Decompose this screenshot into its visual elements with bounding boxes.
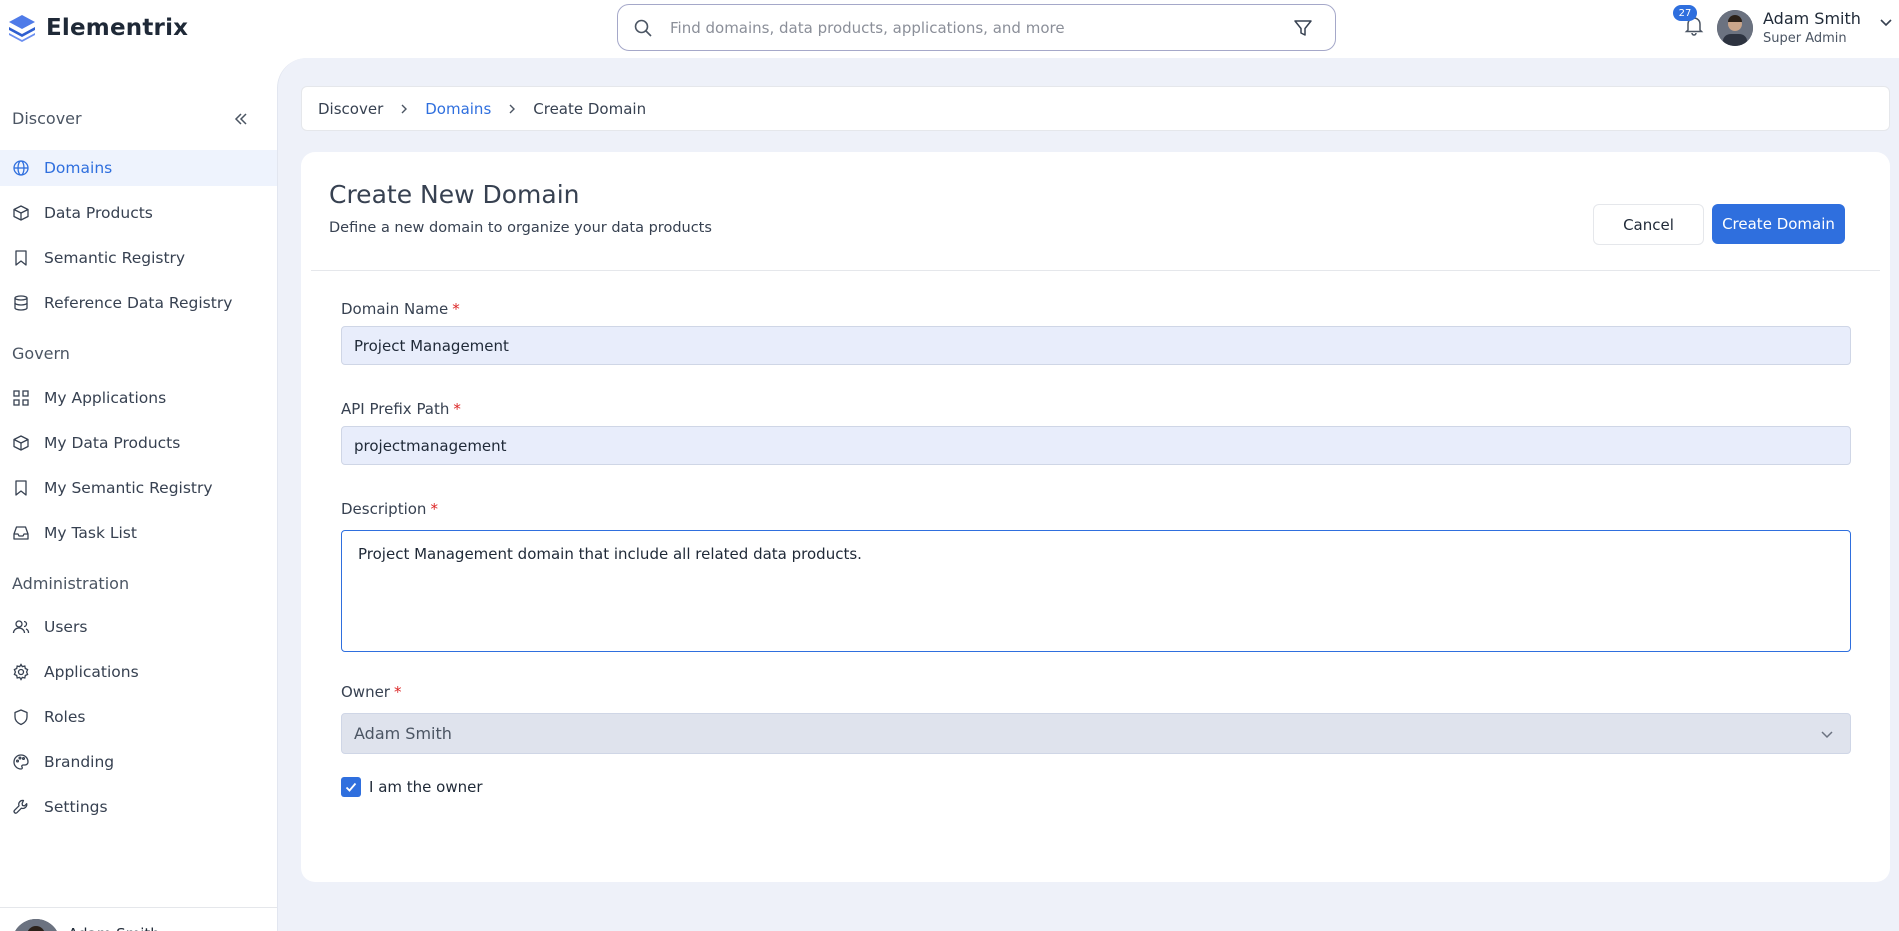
- filter-icon[interactable]: [1293, 18, 1313, 38]
- user-role: Super Admin: [1763, 31, 1847, 46]
- cube-icon: [13, 205, 29, 221]
- user-menu[interactable]: Adam Smith Super Admin: [1717, 9, 1895, 46]
- chevron-right-icon: [509, 104, 516, 113]
- main-content: Discover Domains Create Domain Create Ne…: [277, 58, 1899, 931]
- sidebar-item-label: Data Products: [44, 204, 153, 222]
- sidebar-item-applications[interactable]: Applications: [0, 654, 277, 690]
- wrench-icon: [13, 799, 28, 814]
- collapse-sidebar-icon[interactable]: [231, 109, 251, 129]
- sidebar-item-data-products[interactable]: Data Products: [0, 195, 277, 231]
- description-label: Description *: [341, 500, 438, 518]
- sidebar-item-reference-data-registry[interactable]: Reference Data Registry: [0, 285, 277, 321]
- required-mark: *: [393, 683, 402, 701]
- grid-icon: [13, 390, 29, 406]
- sidebar-section-discover: Discover: [12, 109, 82, 128]
- api-prefix-label: API Prefix Path *: [341, 400, 461, 418]
- sidebar-item-label: My Task List: [44, 524, 137, 542]
- label-text: API Prefix Path: [341, 400, 450, 418]
- domain-name-input[interactable]: [341, 326, 1851, 365]
- sidebar-item-label: Roles: [44, 708, 86, 726]
- cancel-button[interactable]: Cancel: [1593, 204, 1704, 245]
- search-input[interactable]: [670, 18, 1270, 37]
- avatar: [12, 919, 60, 931]
- page-subtitle: Define a new domain to organize your dat…: [329, 220, 712, 236]
- sidebar-item-roles[interactable]: Roles: [0, 699, 277, 735]
- check-icon: [345, 782, 357, 792]
- app-name: Elementrix: [46, 15, 189, 41]
- sidebar-item-semantic-registry[interactable]: Semantic Registry: [0, 240, 277, 276]
- owner-checkbox-row[interactable]: I am the owner: [341, 777, 483, 797]
- shield-icon: [14, 709, 28, 726]
- label-text: Domain Name: [341, 300, 449, 318]
- breadcrumb-create-domain: Create Domain: [533, 99, 647, 118]
- app-logo[interactable]: Elementrix: [6, 12, 188, 44]
- globe-icon: [13, 160, 29, 176]
- owner-checkbox[interactable]: [341, 777, 361, 797]
- database-icon: [14, 295, 28, 311]
- sidebar-item-label: Settings: [44, 798, 108, 816]
- user-name: Adam Smith: [1763, 9, 1861, 28]
- create-domain-card: Create New Domain Define a new domain to…: [301, 152, 1890, 882]
- sidebar-item-label: Users: [44, 618, 88, 636]
- sidebar-item-label: Reference Data Registry: [44, 294, 233, 312]
- users-icon: [12, 620, 30, 634]
- palette-icon: [13, 754, 29, 770]
- owner-select-value: Adam Smith: [354, 724, 452, 743]
- chevron-down-icon: [1821, 731, 1833, 739]
- sidebar-item-label: Semantic Registry: [44, 249, 186, 267]
- avatar: [1717, 9, 1753, 46]
- global-search[interactable]: [617, 4, 1336, 51]
- owner-label: Owner *: [341, 683, 401, 701]
- sidebar-item-domains[interactable]: Domains: [0, 150, 277, 186]
- sidebar-section-govern: Govern: [12, 344, 70, 363]
- sidebar-item-label: My Data Products: [44, 434, 181, 452]
- sidebar-item-settings[interactable]: Settings: [0, 789, 277, 825]
- sidebar-item-my-applications[interactable]: My Applications: [0, 380, 277, 416]
- sidebar-section-administration: Administration: [12, 574, 130, 593]
- owner-select[interactable]: Adam Smith: [341, 713, 1851, 754]
- chevron-right-icon: [401, 104, 408, 113]
- page-title: Create New Domain: [329, 180, 580, 209]
- top-bar: Elementrix 27 Adam Smith Super Admin: [0, 0, 1899, 58]
- chevron-down-icon[interactable]: [1877, 13, 1895, 31]
- required-mark: *: [452, 300, 460, 318]
- bookmark-icon: [15, 480, 27, 496]
- search-icon: [634, 19, 652, 37]
- bookmark-icon: [15, 250, 27, 266]
- breadcrumb-domains[interactable]: Domains: [425, 100, 491, 118]
- sidebar-item-label: Domains: [44, 159, 113, 177]
- user-name: Adam Smith: [68, 925, 160, 931]
- layers-logo-icon: [9, 15, 35, 42]
- sidebar-item-my-data-products[interactable]: My Data Products: [0, 425, 277, 461]
- sidebar-item-branding[interactable]: Branding: [0, 744, 277, 780]
- cube-icon: [13, 435, 29, 451]
- notification-badge: 27: [1673, 5, 1697, 21]
- label-text: Description: [341, 500, 427, 518]
- sidebar-item-label: Applications: [44, 663, 139, 681]
- sidebar: Discover Domains Data Products Semantic …: [0, 58, 277, 931]
- sidebar-divider: [0, 907, 277, 908]
- required-mark: *: [453, 400, 461, 418]
- required-mark: *: [430, 500, 438, 518]
- api-prefix-input[interactable]: [341, 426, 1851, 465]
- sidebar-item-my-semantic-registry[interactable]: My Semantic Registry: [0, 470, 277, 506]
- sidebar-item-label: Branding: [44, 753, 115, 771]
- sidebar-item-my-task-list[interactable]: My Task List: [0, 515, 277, 551]
- sidebar-user-menu[interactable]: Adam Smith Super Admin: [12, 919, 188, 931]
- header-divider: [311, 270, 1880, 271]
- owner-checkbox-label: I am the owner: [369, 778, 483, 796]
- create-domain-button[interactable]: Create Domain: [1712, 204, 1845, 244]
- gear-icon: [13, 663, 29, 681]
- domain-name-label: Domain Name *: [341, 300, 460, 318]
- breadcrumb: Discover Domains Create Domain: [301, 86, 1890, 131]
- sidebar-item-label: My Applications: [44, 389, 167, 407]
- label-text: Owner: [341, 683, 390, 701]
- inbox-icon: [13, 526, 29, 540]
- description-textarea[interactable]: Project Management domain that include a…: [341, 530, 1851, 652]
- breadcrumb-discover[interactable]: Discover: [318, 100, 383, 118]
- sidebar-item-users[interactable]: Users: [0, 609, 277, 645]
- sidebar-item-label: My Semantic Registry: [44, 479, 213, 497]
